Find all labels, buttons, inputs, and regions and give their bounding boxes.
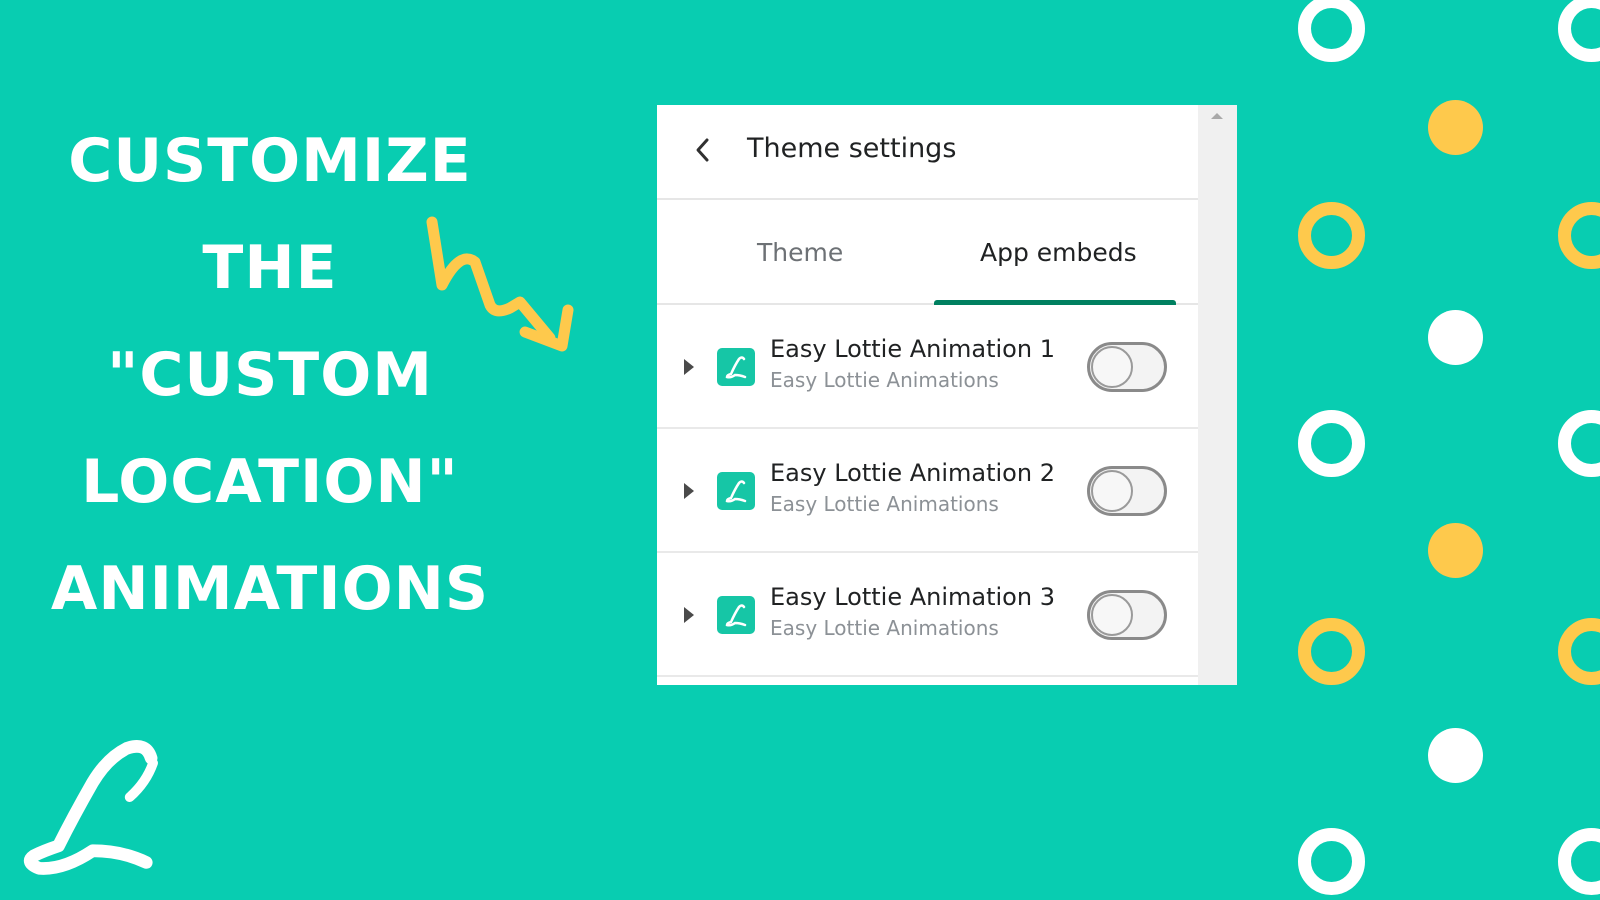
tab-theme[interactable]: Theme [757, 238, 843, 267]
app-icon [717, 472, 755, 510]
app-icon [717, 596, 755, 634]
lottie-logo-icon [23, 740, 158, 875]
decorative-ring [1298, 410, 1365, 477]
theme-settings-panel: Theme settings Theme App embeds Easy Lot… [657, 105, 1237, 685]
decorative-dot [1428, 310, 1483, 365]
toggle-knob [1091, 594, 1133, 636]
headline-line: Location" [81, 447, 459, 517]
headline-line: Customize [68, 126, 472, 196]
headline-line: Animations [50, 554, 490, 624]
embed-row[interactable]: Easy Lottie Animation 3 Easy Lottie Anim… [657, 553, 1198, 677]
page-title: Theme settings [747, 133, 957, 164]
toggle-knob [1091, 470, 1133, 512]
decorative-dot [1428, 523, 1483, 578]
chevron-left-icon[interactable] [691, 135, 715, 165]
embed-title: Easy Lottie Animation 1 [770, 335, 1055, 363]
tabs: Theme App embeds [657, 200, 1198, 305]
embed-subtitle: Easy Lottie Animations [770, 616, 999, 640]
decorative-ring [1298, 0, 1365, 62]
expand-caret-icon[interactable] [684, 483, 694, 499]
embed-subtitle: Easy Lottie Animations [770, 368, 999, 392]
lottie-logo-icon [725, 480, 747, 503]
embed-subtitle: Easy Lottie Animations [770, 492, 999, 516]
headline: Customize the "Custom Location" Animatio… [40, 108, 500, 643]
embed-title: Easy Lottie Animation 3 [770, 583, 1055, 611]
embed-toggle[interactable] [1087, 466, 1167, 516]
scroll-up-arrow-icon[interactable] [1211, 113, 1223, 119]
decorative-ring [1558, 618, 1600, 685]
decorative-dot [1428, 728, 1483, 783]
decorative-ring [1558, 410, 1600, 477]
decorative-ring [1558, 828, 1600, 895]
panel-content: Theme settings Theme App embeds Easy Lot… [657, 105, 1198, 685]
expand-caret-icon[interactable] [684, 359, 694, 375]
toggle-knob [1091, 346, 1133, 388]
lottie-logo-icon [725, 356, 747, 379]
app-icon [717, 348, 755, 386]
decorative-ring [1298, 618, 1365, 685]
decorative-ring [1558, 0, 1600, 62]
decorative-ring [1298, 202, 1365, 269]
expand-caret-icon[interactable] [684, 607, 694, 623]
panel-header: Theme settings [657, 105, 1198, 200]
decorative-ring [1558, 202, 1600, 269]
lottie-logo-icon [725, 604, 747, 627]
embed-title: Easy Lottie Animation 2 [770, 459, 1055, 487]
embed-row[interactable]: Easy Lottie Animation 1 Easy Lottie Anim… [657, 305, 1198, 429]
embed-toggle[interactable] [1087, 342, 1167, 392]
embed-toggle[interactable] [1087, 590, 1167, 640]
decorative-dot [1428, 100, 1483, 155]
tab-app-embeds[interactable]: App embeds [980, 238, 1137, 267]
squiggly-arrow-icon [426, 216, 574, 352]
decorative-ring [1298, 828, 1365, 895]
embed-row[interactable]: Easy Lottie Animation 2 Easy Lottie Anim… [657, 429, 1198, 553]
scrollbar[interactable] [1198, 105, 1237, 685]
